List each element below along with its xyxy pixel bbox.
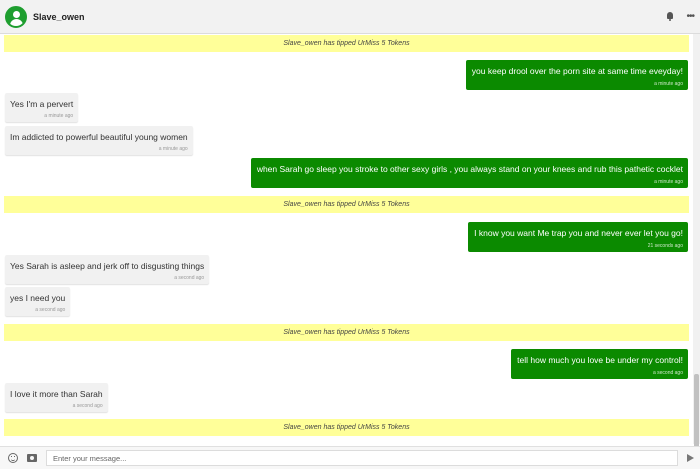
send-icon[interactable] [686, 454, 694, 462]
bell-icon[interactable] [666, 12, 674, 21]
chat-header: Slave_owen ••• [0, 0, 700, 34]
incoming-message: Yes Sarah is asleep and jerk off to disg… [5, 255, 210, 284]
outgoing-message: tell how much you love be under my contr… [511, 349, 688, 379]
incoming-message: I love it more than Sarah a second ago [5, 383, 108, 412]
message-list: Slave_owen has tipped UrMiss 5 Tokens yo… [0, 34, 693, 444]
message-text: tell how much you love be under my contr… [517, 355, 683, 365]
tip-banner: Slave_owen has tipped UrMiss 5 Tokens [4, 196, 689, 213]
chat-scrollbar[interactable] [693, 34, 700, 469]
tip-banner: Slave_owen has tipped UrMiss 5 Tokens [4, 35, 689, 52]
message-timestamp: a second ago [174, 275, 205, 281]
message-text: yes I need you [10, 293, 66, 303]
message-composer [0, 446, 700, 469]
message-timestamp: a second ago [35, 307, 66, 313]
message-text: Yes Sarah is asleep and jerk off to disg… [10, 261, 205, 271]
tip-banner: Slave_owen has tipped UrMiss 5 Tokens [4, 419, 689, 436]
incoming-message: yes I need you a second ago [5, 287, 71, 316]
message-timestamp: a minute ago [654, 179, 683, 185]
message-timestamp: a minute ago [158, 146, 188, 152]
outgoing-message: you keep drool over the porn site at sam… [465, 60, 688, 90]
message-timestamp: a minute ago [44, 113, 74, 119]
incoming-message: Yes I'm a pervert a minute ago [5, 93, 79, 122]
message-input[interactable] [46, 450, 678, 466]
message-timestamp: 21 seconds ago [647, 243, 683, 249]
message-timestamp: a minute ago [654, 81, 683, 87]
emoji-icon[interactable] [7, 452, 19, 464]
message-text: I know you want Me trap you and never ev… [474, 228, 683, 238]
message-text: Yes I'm a pervert [10, 99, 74, 109]
chat-app: Slave_owen ••• Slave_owen has tipped UrM… [0, 0, 700, 469]
incoming-message: Im addicted to powerful beautiful young … [5, 126, 193, 155]
outgoing-message: when Sarah go sleep you stroke to other … [250, 158, 688, 188]
camera-icon[interactable] [26, 452, 38, 464]
user-avatar-icon[interactable] [5, 5, 27, 28]
message-text: Im addicted to powerful beautiful young … [10, 132, 188, 142]
outgoing-message: I know you want Me trap you and never ev… [468, 222, 688, 252]
message-timestamp: a second ago [72, 403, 103, 409]
message-timestamp: a second ago [652, 370, 683, 376]
message-text: I love it more than Sarah [10, 389, 103, 399]
more-options-icon[interactable]: ••• [686, 11, 694, 21]
tip-banner: Slave_owen has tipped UrMiss 5 Tokens [4, 324, 689, 341]
message-text: you keep drool over the porn site at sam… [471, 66, 683, 76]
chat-username[interactable]: Slave_owen [33, 12, 85, 22]
message-text: when Sarah go sleep you stroke to other … [256, 164, 683, 174]
